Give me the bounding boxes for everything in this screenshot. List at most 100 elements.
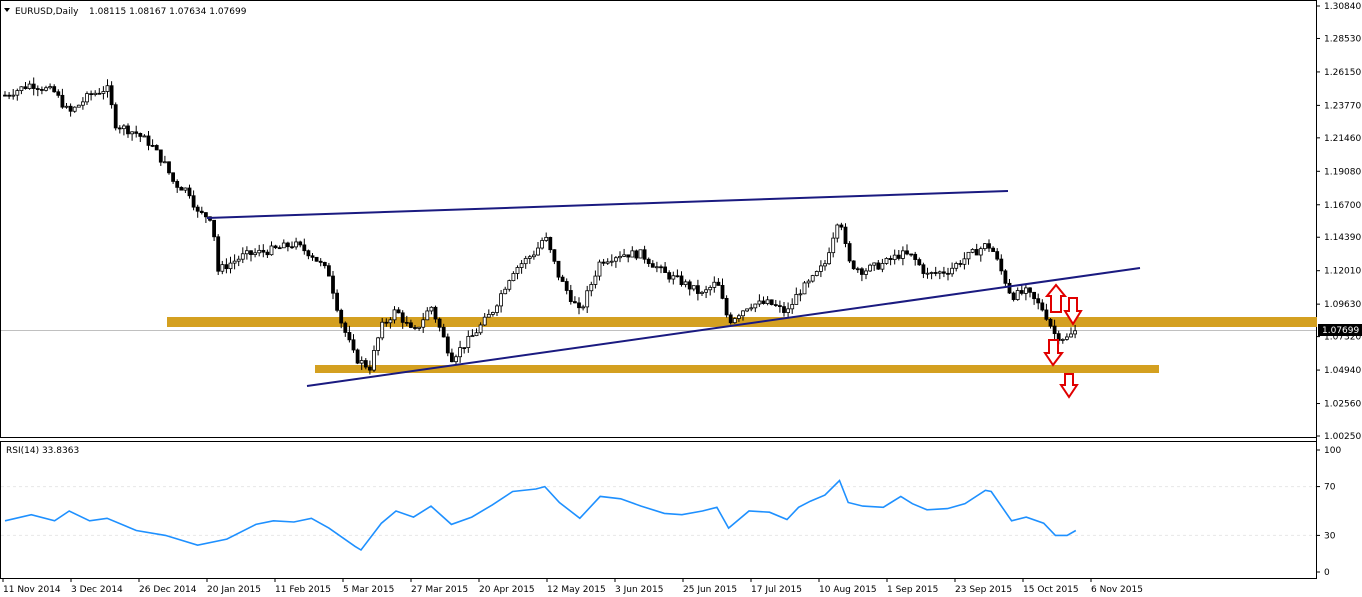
- candle-body: [236, 258, 241, 262]
- arrow-down-icon: [1043, 339, 1064, 367]
- price-tick-label: 1.21460: [1324, 134, 1361, 144]
- candle-body: [11, 94, 16, 97]
- candle-body: [285, 242, 290, 248]
- chart-header: EURUSD,Daily 1.08115 1.08167 1.07634 1.0…: [4, 7, 247, 17]
- candle-body: [663, 266, 667, 273]
- candle-body: [290, 246, 294, 249]
- candle-body: [64, 105, 69, 108]
- candle-body: [507, 280, 512, 290]
- candle-body: [589, 284, 594, 292]
- rsi-line: [4, 479, 1077, 552]
- candle-body: [868, 264, 872, 272]
- candle-body: [626, 254, 631, 258]
- candle-body: [585, 290, 590, 308]
- candle-body: [839, 224, 844, 228]
- candle-body: [687, 281, 692, 290]
- candle-body: [962, 258, 967, 265]
- candle-body: [609, 260, 614, 263]
- candle-body: [23, 86, 28, 89]
- candle-body: [1060, 338, 1065, 341]
- candle-body: [187, 187, 192, 197]
- candle-body: [970, 249, 975, 253]
- candle-body: [81, 101, 85, 106]
- candle-body: [646, 258, 651, 264]
- price-tick-label: 1.07320: [1324, 333, 1361, 343]
- candle-body: [560, 276, 565, 282]
- candle-body: [367, 366, 372, 371]
- candle-body: [158, 149, 163, 163]
- candle-body: [888, 258, 893, 260]
- candle-body: [827, 252, 831, 265]
- candle-body: [773, 304, 778, 306]
- candle-body: [1007, 282, 1012, 294]
- candle-body: [753, 303, 758, 309]
- candle-body: [19, 86, 24, 92]
- candle-body: [548, 236, 553, 251]
- chart-canvas: EURUSD,Daily 1.08115 1.08167 1.07634 1.0…: [0, 0, 1362, 595]
- date-tick-label: 20 Jan 2015: [207, 585, 261, 595]
- candle-body: [1032, 291, 1036, 300]
- candle-body: [974, 249, 979, 256]
- candle-body: [3, 94, 7, 97]
- candle-body: [363, 360, 368, 368]
- candle-body: [404, 321, 409, 324]
- candle-body: [68, 105, 73, 112]
- candle-body: [277, 247, 282, 250]
- date-tick-label: 11 Feb 2015: [275, 585, 331, 595]
- candle-body: [105, 85, 110, 92]
- candle-body: [638, 249, 643, 259]
- rsi-axis: 100 70 30 0: [1, 446, 1341, 578]
- candle-body: [987, 243, 991, 249]
- candle-body: [892, 254, 897, 260]
- candle-body: [749, 307, 754, 310]
- candle-body: [573, 301, 577, 304]
- candle-body: [814, 271, 819, 276]
- price-tick-label: 1.28530: [1324, 34, 1361, 44]
- candle-body: [618, 255, 622, 259]
- candle-body: [355, 349, 360, 364]
- upper-trendline: [206, 190, 1009, 219]
- candle-body: [810, 275, 815, 282]
- candle-body: [220, 264, 225, 272]
- candle-body: [347, 332, 352, 341]
- candle-body: [925, 272, 930, 275]
- candle-body: [130, 131, 135, 135]
- candle-body: [52, 86, 57, 93]
- candle-body: [314, 256, 319, 262]
- candle-body: [544, 236, 549, 241]
- candle-body: [343, 322, 348, 333]
- candle-body: [552, 249, 557, 262]
- candlestick-series: [3, 77, 1077, 375]
- candle-body: [577, 302, 581, 309]
- candle-body: [89, 93, 93, 96]
- symbol-label: EURUSD,Daily: [15, 7, 79, 17]
- candle-body: [581, 306, 585, 309]
- candle-body: [1073, 330, 1077, 335]
- candle-body: [564, 281, 569, 291]
- candle-body: [732, 318, 737, 324]
- rsi-level-label: 30: [1324, 531, 1336, 541]
- candle-body: [757, 300, 762, 305]
- candle-body: [913, 253, 918, 260]
- candle-body: [72, 106, 77, 112]
- price-tick-label: 1.26150: [1324, 68, 1361, 78]
- chevron-down-icon[interactable]: [4, 8, 10, 12]
- candle-body: [44, 87, 48, 91]
- candle-body: [605, 261, 610, 264]
- candle-body: [1044, 309, 1049, 320]
- candle-body: [794, 294, 799, 305]
- candle-body: [933, 272, 938, 274]
- date-tick-label: 5 Mar 2015: [343, 585, 394, 595]
- candle-body: [1015, 290, 1020, 300]
- candle-body: [495, 305, 499, 313]
- candle-body: [802, 282, 807, 295]
- candle-body: [269, 245, 274, 256]
- candle-body: [326, 265, 331, 277]
- candle-body: [470, 335, 475, 338]
- candle-body: [847, 243, 852, 262]
- candle-body: [720, 285, 725, 299]
- candle-body: [154, 145, 159, 151]
- candle-body: [240, 253, 245, 260]
- candle-body: [761, 300, 766, 304]
- price-tick-label: 1.12010: [1324, 267, 1361, 277]
